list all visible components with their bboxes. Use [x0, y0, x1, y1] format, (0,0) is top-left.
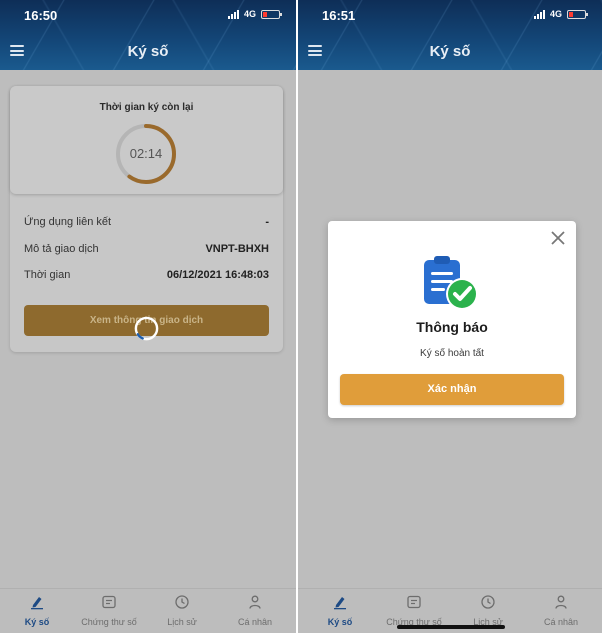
timer-label: Thời gian ký còn lại [99, 102, 194, 113]
clipboard-check-icon [424, 256, 478, 310]
tab-ca-nhan[interactable]: Cá nhân [220, 594, 290, 630]
info-label: Thời gian [24, 269, 71, 281]
tab-label: Lịch sử [167, 617, 197, 627]
timer-card: Thời gian ký còn lại 02:14 [10, 86, 283, 194]
phone-screen-signing: 16:50 4G Ký số Thời gian ký còn lại 02:1… [0, 0, 296, 633]
tab-label: Chứng thư số [81, 617, 137, 627]
tab-chung-thu-so[interactable]: Chứng thư số [74, 594, 144, 630]
bottom-tab-bar: Ký số Chứng thư số Lịch sử Cá nhân [0, 588, 296, 633]
info-row-linked-app: Ứng dụng liên kết - [24, 216, 269, 228]
status-indicators: 4G [533, 9, 588, 19]
info-value: VNPT-BHXH [205, 243, 269, 255]
phone-screen-notification: 16:51 4G Ký số Thông báo Ký số hoàn tất … [298, 0, 602, 633]
info-row-time: Thời gian 06/12/2021 16:48:03 [24, 269, 269, 281]
loading-spinner-icon [134, 316, 159, 341]
tab-ca-nhan[interactable]: Cá nhân [526, 594, 596, 630]
notification-dialog: Thông báo Ký số hoàn tất Xác nhận [328, 221, 576, 418]
tab-label: Cá nhân [543, 617, 579, 627]
info-value: 06/12/2021 16:48:03 [166, 269, 269, 281]
page-title: Ký số [429, 43, 471, 60]
page-title: Ký số [127, 43, 169, 60]
app-header: 16:50 4G Ký số [0, 0, 296, 70]
tab-ky-so[interactable]: Ký số [2, 594, 72, 630]
close-icon[interactable] [550, 230, 566, 246]
tab-label: Ký số [24, 617, 50, 627]
confirm-button[interactable]: Xác nhận [340, 374, 564, 405]
timer-countdown: 02:14 [129, 146, 163, 161]
info-value: - [265, 216, 269, 228]
info-label: Mô tả giao dịch [24, 243, 99, 255]
clock-icon [481, 595, 495, 609]
tab-label: Cá nhân [237, 617, 273, 627]
tab-label: Ký số [327, 617, 353, 627]
battery-icon [261, 9, 282, 19]
pen-icon [334, 597, 346, 610]
certificate-icon [102, 595, 116, 609]
info-row-description: Mô tả giao dịch VNPT-BHXH [24, 243, 269, 255]
signal-icon [533, 9, 545, 19]
signal-icon [227, 9, 239, 19]
status-time: 16:50 [24, 8, 58, 23]
home-indicator[interactable] [397, 625, 505, 629]
info-label: Ứng dụng liên kết [24, 216, 112, 228]
clock-icon [175, 595, 189, 609]
person-icon [555, 595, 567, 609]
tab-ky-so[interactable]: Ký số [305, 594, 375, 630]
person-icon [249, 595, 261, 609]
transaction-card: Thời gian ký còn lại 02:14 Ứng dụng liên… [10, 86, 283, 352]
battery-icon [567, 9, 588, 19]
pen-icon [31, 597, 43, 610]
dialog-message: Ký số hoàn tất [420, 348, 484, 359]
tab-lich-su[interactable]: Lịch sử [147, 594, 217, 630]
screenshot-pair: 16:50 4G Ký số Thời gian ký còn lại 02:1… [0, 0, 602, 633]
network-type: 4G [243, 9, 256, 19]
dialog-title: Thông báo [416, 319, 488, 335]
status-time: 16:51 [322, 8, 356, 23]
app-header: 16:51 4G Ký số [298, 0, 602, 70]
status-indicators: 4G [227, 9, 282, 19]
network-type: 4G [549, 9, 562, 19]
certificate-icon [407, 595, 421, 609]
bottom-tab-bar: Ký số Chứng thư số Lịch sử Cá nhân [298, 588, 602, 633]
